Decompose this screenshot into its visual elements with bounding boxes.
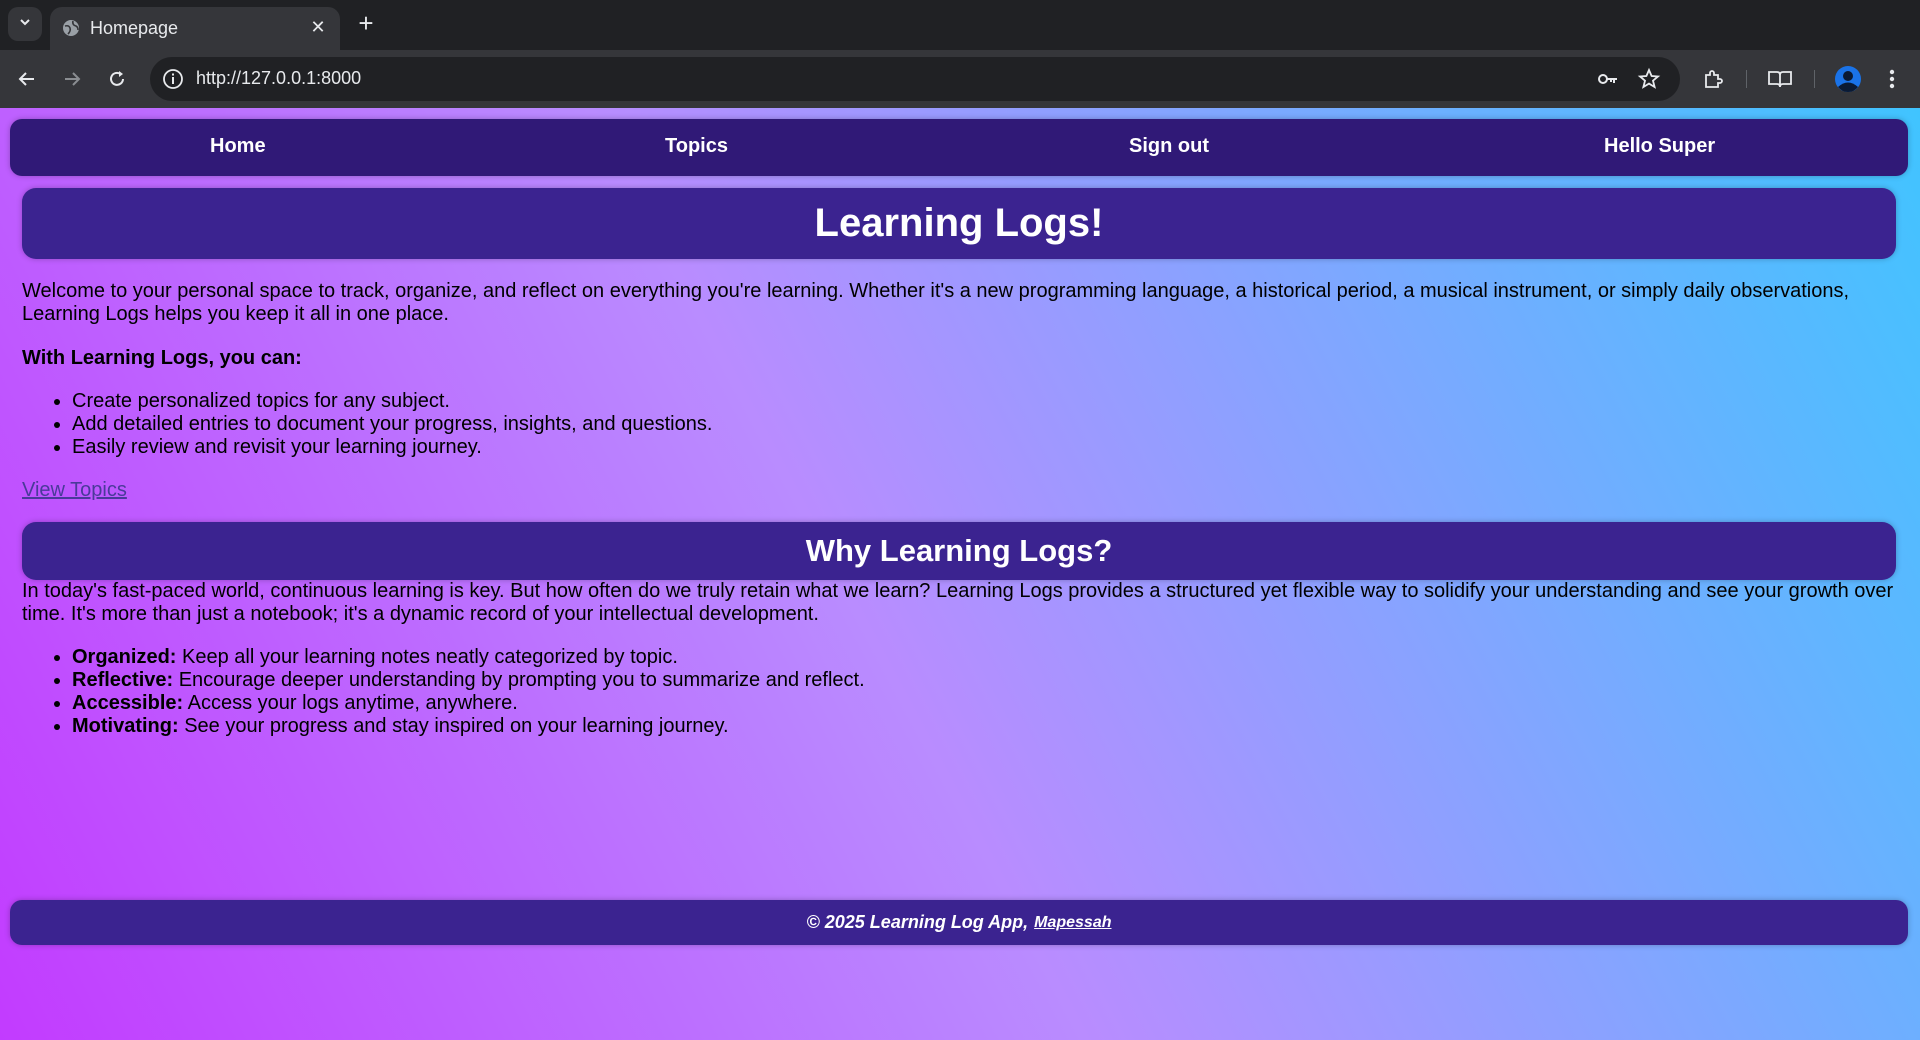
list-item: Organized: Keep all your learning notes …: [72, 646, 1902, 669]
tab-search-button[interactable]: [8, 7, 42, 41]
toolbar-divider: [1746, 70, 1747, 88]
list-item: Easily review and revisit your learning …: [72, 436, 1902, 459]
features-heading: With Learning Logs, you can:: [22, 347, 302, 369]
globe-icon: [62, 19, 80, 37]
close-icon[interactable]: ✕: [308, 17, 328, 37]
benefit-term: Accessible:: [72, 692, 184, 714]
why-banner: Why Learning Logs?: [22, 522, 1896, 580]
more-menu-icon[interactable]: [1878, 65, 1906, 93]
chevron-down-icon: [18, 15, 32, 34]
site-navbar: Home Topics Sign out Hello Super: [10, 119, 1908, 176]
benefit-text: See your progress and stay inspired on y…: [178, 715, 729, 737]
list-item: Add detailed entries to document your pr…: [72, 413, 1902, 436]
user-greeting: Hello Super: [1604, 135, 1716, 157]
profile-avatar[interactable]: [1834, 65, 1862, 93]
view-topics-link[interactable]: View Topics: [22, 479, 127, 501]
benefit-text: Keep all your learning notes neatly cate…: [176, 646, 678, 668]
benefits-list: Organized: Keep all your learning notes …: [22, 646, 1902, 738]
tab-title: Homepage: [90, 18, 179, 38]
reading-mode-icon[interactable]: [1766, 65, 1794, 93]
browser-toolbar: http://127.0.0.1:8000: [0, 50, 1920, 108]
why-paragraph: In today's fast-paced world, continuous …: [22, 580, 1894, 625]
nav-topics-link[interactable]: Topics: [665, 135, 728, 158]
arrow-right-icon: [65, 72, 81, 86]
list-item: Reflective: Encourage deeper understandi…: [72, 669, 1902, 692]
intro-paragraph: Welcome to your personal space to track,…: [22, 280, 1850, 325]
footer-author-link[interactable]: Mapessah: [1034, 914, 1111, 932]
toolbar-divider: [1814, 70, 1815, 88]
arrow-left-icon: [18, 72, 34, 86]
reload-button[interactable]: [100, 62, 134, 96]
features-list: Create personalized topics for any subje…: [22, 390, 1902, 459]
list-item: Motivating: See your progress and stay i…: [72, 715, 1902, 738]
benefit-text: Encourage deeper understanding by prompt…: [173, 669, 865, 691]
address-bar[interactable]: http://127.0.0.1:8000: [150, 57, 1680, 101]
info-icon[interactable]: [162, 68, 184, 90]
browser-window: Homepage ✕ + http://127.0.0.1:8000 Home …: [0, 0, 1920, 1040]
list-item: Create personalized topics for any subje…: [72, 390, 1902, 413]
key-icon[interactable]: [1596, 67, 1620, 91]
footer-copyright: © 2025 Learning Log App,: [806, 912, 1029, 932]
benefit-term: Organized:: [72, 646, 177, 668]
why-section: In today's fast-paced world, continuous …: [22, 580, 1902, 738]
tab-homepage[interactable]: Homepage ✕: [50, 7, 340, 50]
benefit-term: Motivating:: [72, 715, 179, 737]
extensions-icon[interactable]: [1699, 65, 1727, 93]
site-footer: © 2025 Learning Log App, Mapessah: [10, 900, 1908, 945]
nav-home-link[interactable]: Home: [210, 135, 266, 158]
page-title: Learning Logs!: [814, 201, 1104, 245]
new-tab-button[interactable]: +: [352, 10, 380, 38]
star-icon[interactable]: [1637, 67, 1661, 91]
benefit-text: Access your logs anytime, anywhere.: [183, 692, 518, 714]
tab-strip: Homepage ✕ +: [0, 0, 1920, 50]
reload-icon: [110, 71, 124, 86]
list-item: Accessible: Access your logs anytime, an…: [72, 692, 1902, 715]
hero-banner: Learning Logs!: [22, 188, 1896, 259]
intro-section: Welcome to your personal space to track,…: [22, 280, 1902, 502]
benefit-term: Reflective:: [72, 669, 174, 691]
web-page: Home Topics Sign out Hello Super Learnin…: [0, 108, 1920, 1040]
why-title: Why Learning Logs?: [805, 533, 1113, 568]
forward-button[interactable]: [55, 62, 89, 96]
url-text[interactable]: http://127.0.0.1:8000: [196, 68, 361, 89]
nav-sign-out-link[interactable]: Sign out: [1129, 135, 1209, 158]
back-button[interactable]: [10, 62, 44, 96]
